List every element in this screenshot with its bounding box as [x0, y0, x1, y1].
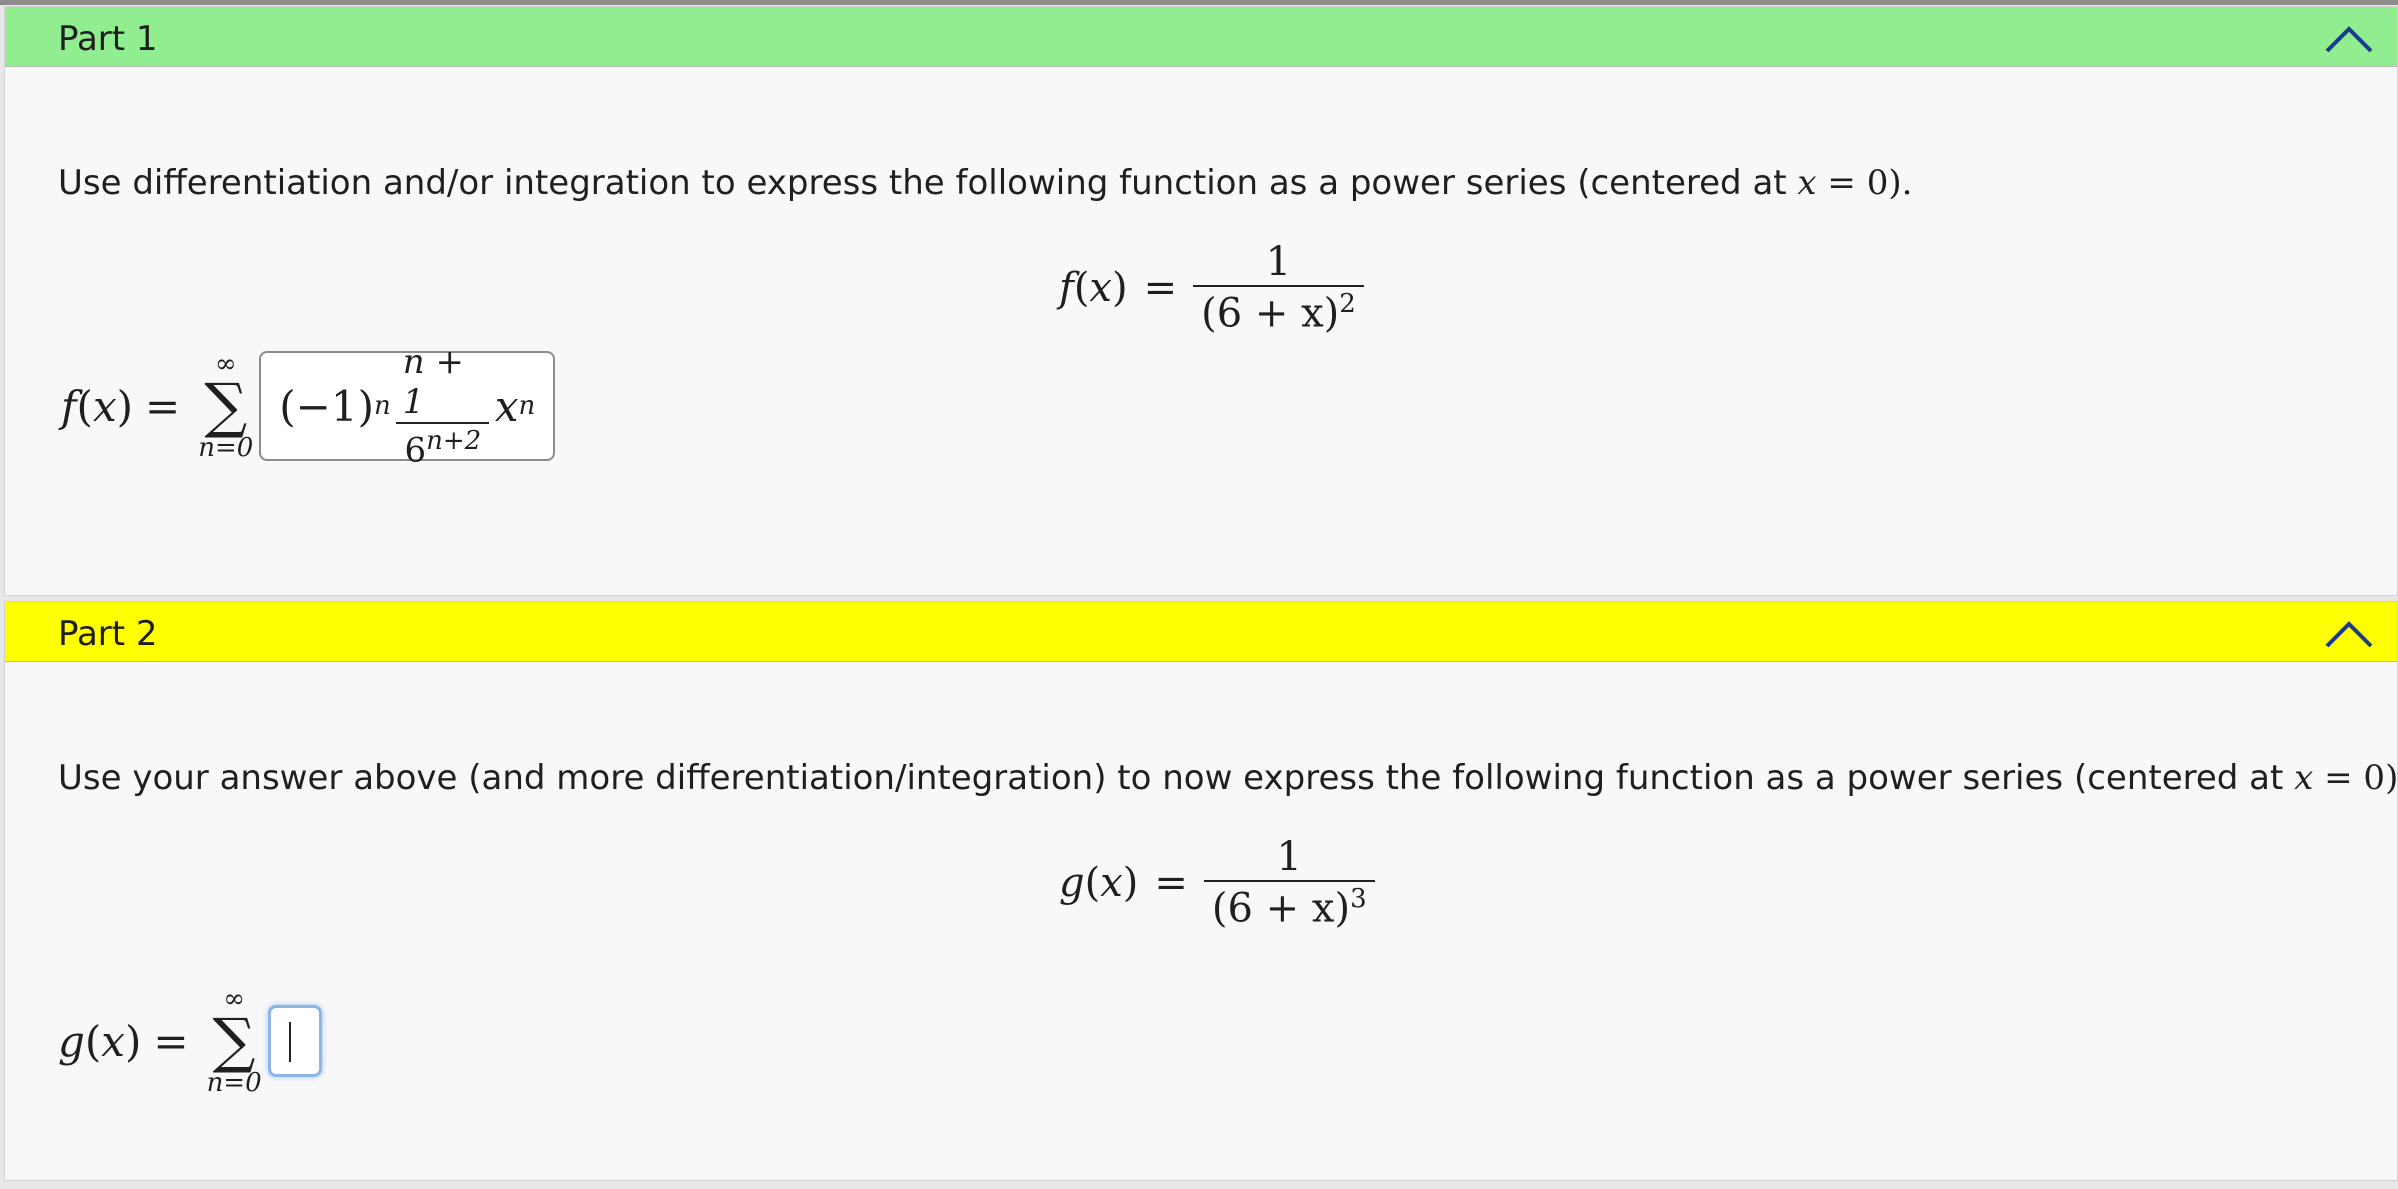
- chevron-up-icon[interactable]: [2319, 612, 2379, 654]
- numerator: 1: [1265, 239, 1292, 285]
- chevron-up-icon[interactable]: [2319, 17, 2379, 59]
- numerator: 1: [1276, 834, 1302, 880]
- part-2-title: Part 2: [58, 614, 158, 654]
- denominator: (6 + x)3: [1203, 880, 1375, 931]
- part-2-function: g(x) = 1 (6 + x)3: [1059, 834, 1375, 931]
- part-2-answer-input[interactable]: [267, 1005, 322, 1077]
- sigma-icon: ∞ ∑ n=0: [206, 984, 262, 1098]
- part-2-prompt: Use your answer above (and more differen…: [58, 758, 2398, 798]
- denominator: (6 + x)2: [1193, 285, 1364, 336]
- text-cursor: [288, 1022, 291, 1062]
- part-2-series: g(x) = ∞ ∑ n=0: [58, 986, 322, 1096]
- part-1-title: Part 1: [58, 19, 158, 59]
- part-2-panel: Part 2 Use your answer above (and more d…: [4, 601, 2398, 1181]
- top-border: [0, 0, 2398, 5]
- part-1-header[interactable]: Part 1: [5, 7, 2397, 67]
- part-1-answer-input[interactable]: (−1) n n + 1 6n+2 xn: [259, 342, 556, 470]
- part-1-function: f(x) = 1 (6 + x)2: [1059, 239, 1364, 336]
- part-2-header[interactable]: Part 2: [5, 602, 2397, 662]
- part-1-prompt: Use differentiation and/or integration t…: [58, 163, 1913, 203]
- part-1-series: f(x) = ∞ ∑ n=0 (−1) n n + 1 6n+2 xn: [61, 342, 556, 470]
- part-1-panel: Part 1 Use differentiation and/or integr…: [4, 6, 2398, 596]
- sigma-icon: ∞ ∑ n=0: [198, 349, 254, 463]
